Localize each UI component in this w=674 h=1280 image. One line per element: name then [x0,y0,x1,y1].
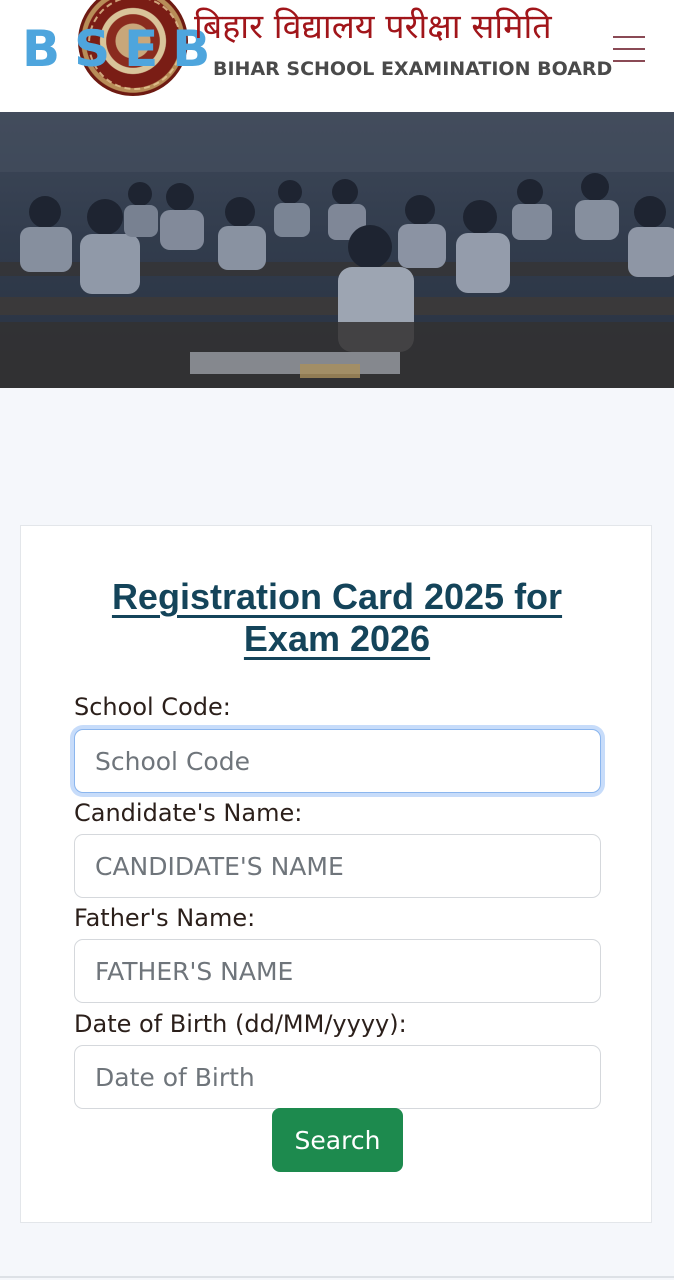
father-name-input[interactable] [74,939,601,1003]
form-title-line1: Registration Card 2025 for [111,576,563,617]
father-name-label: Father's Name: [74,904,256,932]
dob-label: Date of Birth (dd/MM/yyyy): [74,1010,407,1038]
site-header: BSEB बिहार विद्यालय परीक्षा समिति BIHAR … [0,0,674,112]
school-code-input[interactable] [74,729,601,793]
menu-bar-bottom [613,60,645,62]
search-button[interactable]: Search [272,1108,403,1172]
english-board-title: BIHAR SCHOOL EXAMINATION BOARD [213,58,613,80]
school-code-label: School Code: [74,693,231,721]
form-title: Registration Card 2025 for Exam 2026 [61,576,613,660]
form-title-line2: Exam 2026 [243,618,431,659]
hindi-board-title: बिहार विद्यालय परीक्षा समिति [194,7,552,47]
classroom-banner-image [0,112,674,388]
page-divider [0,1276,674,1278]
registration-form-card: Registration Card 2025 for Exam 2026 Sch… [20,525,652,1223]
classroom-exam-students-photo [0,112,674,388]
menu-bar-top [613,36,645,38]
candidate-name-label: Candidate's Name: [74,799,303,827]
candidate-name-input[interactable] [74,834,601,898]
dob-input[interactable] [74,1045,601,1109]
hamburger-menu-icon[interactable] [610,30,648,68]
menu-bar-middle [613,48,645,50]
